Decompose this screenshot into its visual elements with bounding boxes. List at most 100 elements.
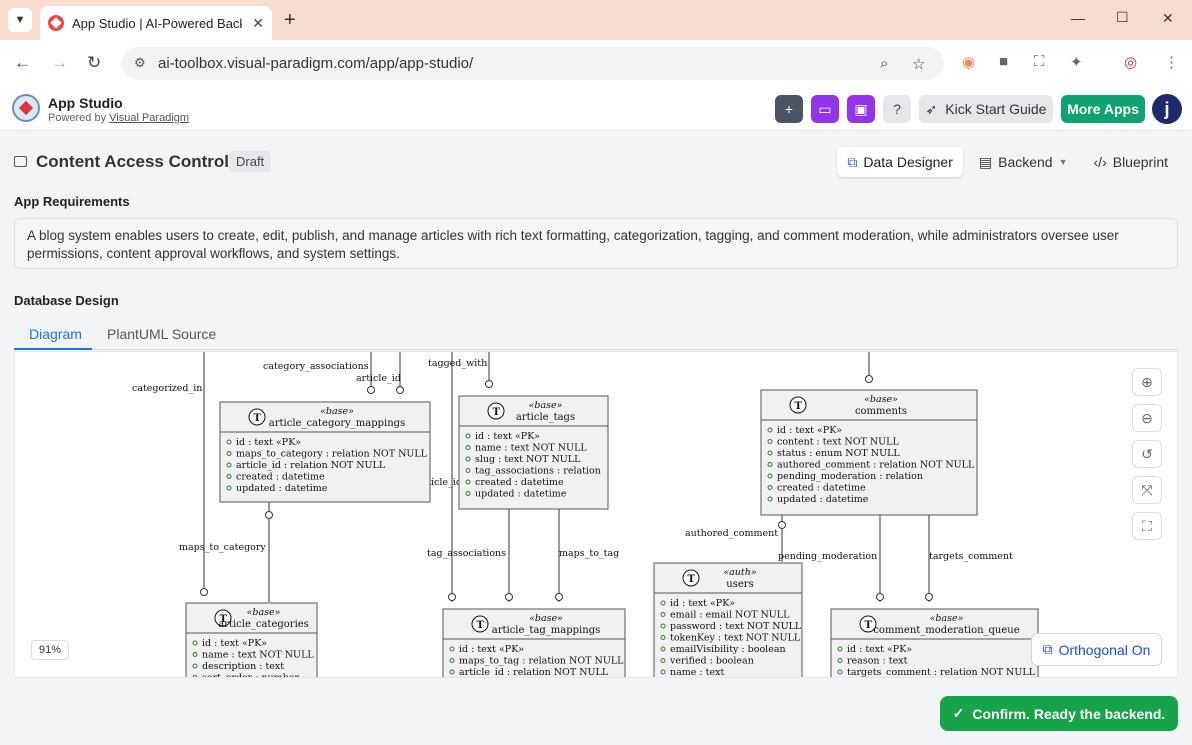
- kick-start-guide-button[interactable]: ➶ Kick Start Guide: [919, 95, 1053, 123]
- avatar[interactable]: j: [1152, 94, 1182, 124]
- entity-field: id : text «PK»: [670, 598, 735, 609]
- save-icon: ▣: [854, 100, 868, 117]
- entity-stereotype: «base»: [864, 394, 898, 405]
- entity-field: verified : boolean: [669, 656, 754, 667]
- tab-plantuml-source[interactable]: PlantUML Source: [107, 326, 216, 342]
- open-folder-button[interactable]: ▭: [811, 95, 839, 123]
- relation-label: categorized_in: [132, 383, 202, 394]
- bookmark-star-icon[interactable]: ☆: [912, 55, 925, 73]
- entity-article-categories[interactable]: T«base»article_categoriesid : text «PK»n…: [185, 602, 318, 678]
- address-bar[interactable]: ⚙ ai-toolbox.visual-paradigm.com/app/app…: [122, 47, 944, 80]
- server-icon: ▤: [978, 153, 993, 170]
- erd-diagram: categorized_in category_associations art…: [132, 352, 1039, 678]
- maximize-icon[interactable]: ☐: [1116, 9, 1129, 26]
- entity-stereotype: «base»: [320, 406, 354, 417]
- entity-stereotype: «auth»: [723, 567, 757, 578]
- minimize-icon[interactable]: —: [1071, 10, 1085, 26]
- save-button[interactable]: ▣: [847, 95, 875, 123]
- tab-search-chevron-icon[interactable]: ▼: [8, 8, 32, 32]
- tab-title: App Studio | AI-Powered Backen: [72, 15, 242, 31]
- help-icon: ?: [893, 101, 901, 117]
- hierarchy-icon: ⧉: [847, 153, 858, 170]
- entity-comment-moderation-queue[interactable]: T «base»comment_moderation_queueid : text…: [830, 608, 1039, 678]
- entity-field: updated : datetime: [236, 483, 328, 494]
- entity-article-tag-mappings[interactable]: T «base»article_tag_mappingsid : text «PK…: [442, 608, 626, 678]
- diagram-toolbar: ⊕ ⊖ ↺ ⤧ ⛶: [1132, 368, 1162, 540]
- forward-icon[interactable]: →: [51, 53, 68, 73]
- entity-name: comment_moderation_queue: [873, 625, 1019, 636]
- entity-field: tag_associations : relation: [475, 466, 601, 477]
- orthogonal-label: Orthogonal On: [1058, 641, 1151, 658]
- entity-field: article_id : relation NOT NULL: [459, 667, 609, 678]
- entity-field: pending_moderation : relation: [777, 471, 923, 482]
- fullscreen-icon[interactable]: ⛶: [1132, 512, 1162, 540]
- kick-start-label: Kick Start Guide: [945, 101, 1047, 117]
- confirm-label: Confirm. Ready the backend.: [972, 705, 1166, 722]
- page-title: Content Access Control: [36, 152, 230, 171]
- requirements-heading: App Requirements: [14, 194, 130, 209]
- app-logo-icon: [12, 94, 40, 122]
- more-apps-button[interactable]: More Apps: [1061, 95, 1145, 123]
- confirm-backend-button[interactable]: ✓ Confirm. Ready the backend.: [940, 696, 1178, 731]
- screenshot-icon[interactable]: ⛶: [1034, 53, 1045, 70]
- table-icon-glyph: T: [477, 620, 485, 631]
- table-icon-glyph: T: [688, 574, 696, 585]
- tab-data-designer[interactable]: ⧉ Data Designer: [837, 147, 963, 177]
- tab-blueprint-label: Blueprint: [1112, 154, 1168, 170]
- entity-article-tags[interactable]: T «base»article_tagsid : text «PK»name : …: [458, 395, 609, 510]
- entity-field: maps_to_category : relation NOT NULL: [236, 449, 428, 460]
- tab-diagram[interactable]: Diagram: [29, 326, 82, 342]
- page-header: Content Access Control Draft ⧉ Data Desi…: [14, 147, 1178, 177]
- view-tabs: ⧉ Data Designer ▤ Backend ▼ ‹/› Blueprin…: [837, 147, 1178, 177]
- entity-article-category-mappings[interactable]: T «base»article_category_mappingsid : tex…: [219, 401, 431, 503]
- entity-field: email : email NOT NULL: [670, 610, 790, 621]
- zoom-icon[interactable]: ⌕: [880, 55, 888, 72]
- visual-paradigm-link[interactable]: Visual Paradigm: [109, 112, 189, 124]
- entity-field: reason : text: [847, 656, 908, 667]
- entity-field: updated : datetime: [475, 489, 567, 500]
- erd-diagram-canvas[interactable]: categorized_in category_associations art…: [14, 351, 1178, 678]
- diagram-tabs: Diagram PlantUML Source: [14, 320, 1178, 350]
- browser-menu-icon[interactable]: ⋮: [1164, 53, 1179, 71]
- zoom-in-icon[interactable]: ⊕: [1132, 368, 1162, 396]
- tab-blueprint[interactable]: ‹/› Blueprint: [1084, 147, 1178, 177]
- table-icon-glyph: T: [795, 401, 803, 412]
- entity-field: id : text «PK»: [475, 431, 540, 442]
- relation-label: article_id: [356, 373, 401, 384]
- table-icon-glyph: T: [254, 413, 262, 424]
- entity-field: content : text NOT NULL: [777, 437, 899, 448]
- entity-comments[interactable]: T «base»comments id : text «PK»content : t…: [760, 389, 978, 516]
- app-title: App Studio: [48, 95, 123, 111]
- back-icon[interactable]: ←: [14, 53, 31, 73]
- fit-to-screen-icon[interactable]: ⤧: [1132, 476, 1162, 504]
- help-button[interactable]: ?: [883, 95, 911, 123]
- active-tab-indicator: [14, 348, 92, 350]
- browser-tab[interactable]: App Studio | AI-Powered Backen ✕: [40, 6, 272, 40]
- extension-chat-icon[interactable]: ■: [999, 53, 1008, 70]
- relation-label: pending_moderation: [778, 551, 877, 562]
- entity-field: updated : datetime: [777, 494, 869, 505]
- window-close-icon[interactable]: ✕: [1162, 10, 1174, 27]
- entity-field: created : datetime: [475, 477, 564, 488]
- orthogonal-toggle-button[interactable]: ⧉ Orthogonal On: [1031, 633, 1162, 666]
- site-settings-icon[interactable]: ⚙: [134, 55, 146, 71]
- tab-backend[interactable]: ▤ Backend ▼: [969, 147, 1078, 177]
- zoom-out-icon[interactable]: ⊖: [1132, 404, 1162, 432]
- reload-icon[interactable]: ↻: [87, 53, 101, 73]
- table-icon-glyph: T: [493, 407, 501, 418]
- extensions-puzzle-icon[interactable]: ✦: [1070, 53, 1083, 71]
- reset-view-icon[interactable]: ↺: [1132, 440, 1162, 468]
- window-icon: [14, 156, 27, 167]
- entity-field: authored_comment : relation NOT NULL: [777, 460, 975, 471]
- entity-field: id : text «PK»: [847, 644, 912, 655]
- extension-record-icon[interactable]: ◉: [962, 53, 975, 71]
- entity-users[interactable]: T «auth»users id : text «PK»email : email …: [653, 562, 803, 678]
- entity-stereotype: «base»: [930, 613, 964, 624]
- new-tab-icon[interactable]: +: [284, 9, 296, 32]
- close-tab-icon[interactable]: ✕: [252, 15, 264, 32]
- folder-icon: ▭: [818, 100, 832, 117]
- entity-field: name : text NOT NULL: [202, 650, 314, 661]
- app-header: App Studio Powered by Visual Paradigm + …: [0, 87, 1192, 131]
- profile-icon[interactable]: ◎: [1124, 53, 1137, 71]
- add-button[interactable]: +: [775, 95, 803, 123]
